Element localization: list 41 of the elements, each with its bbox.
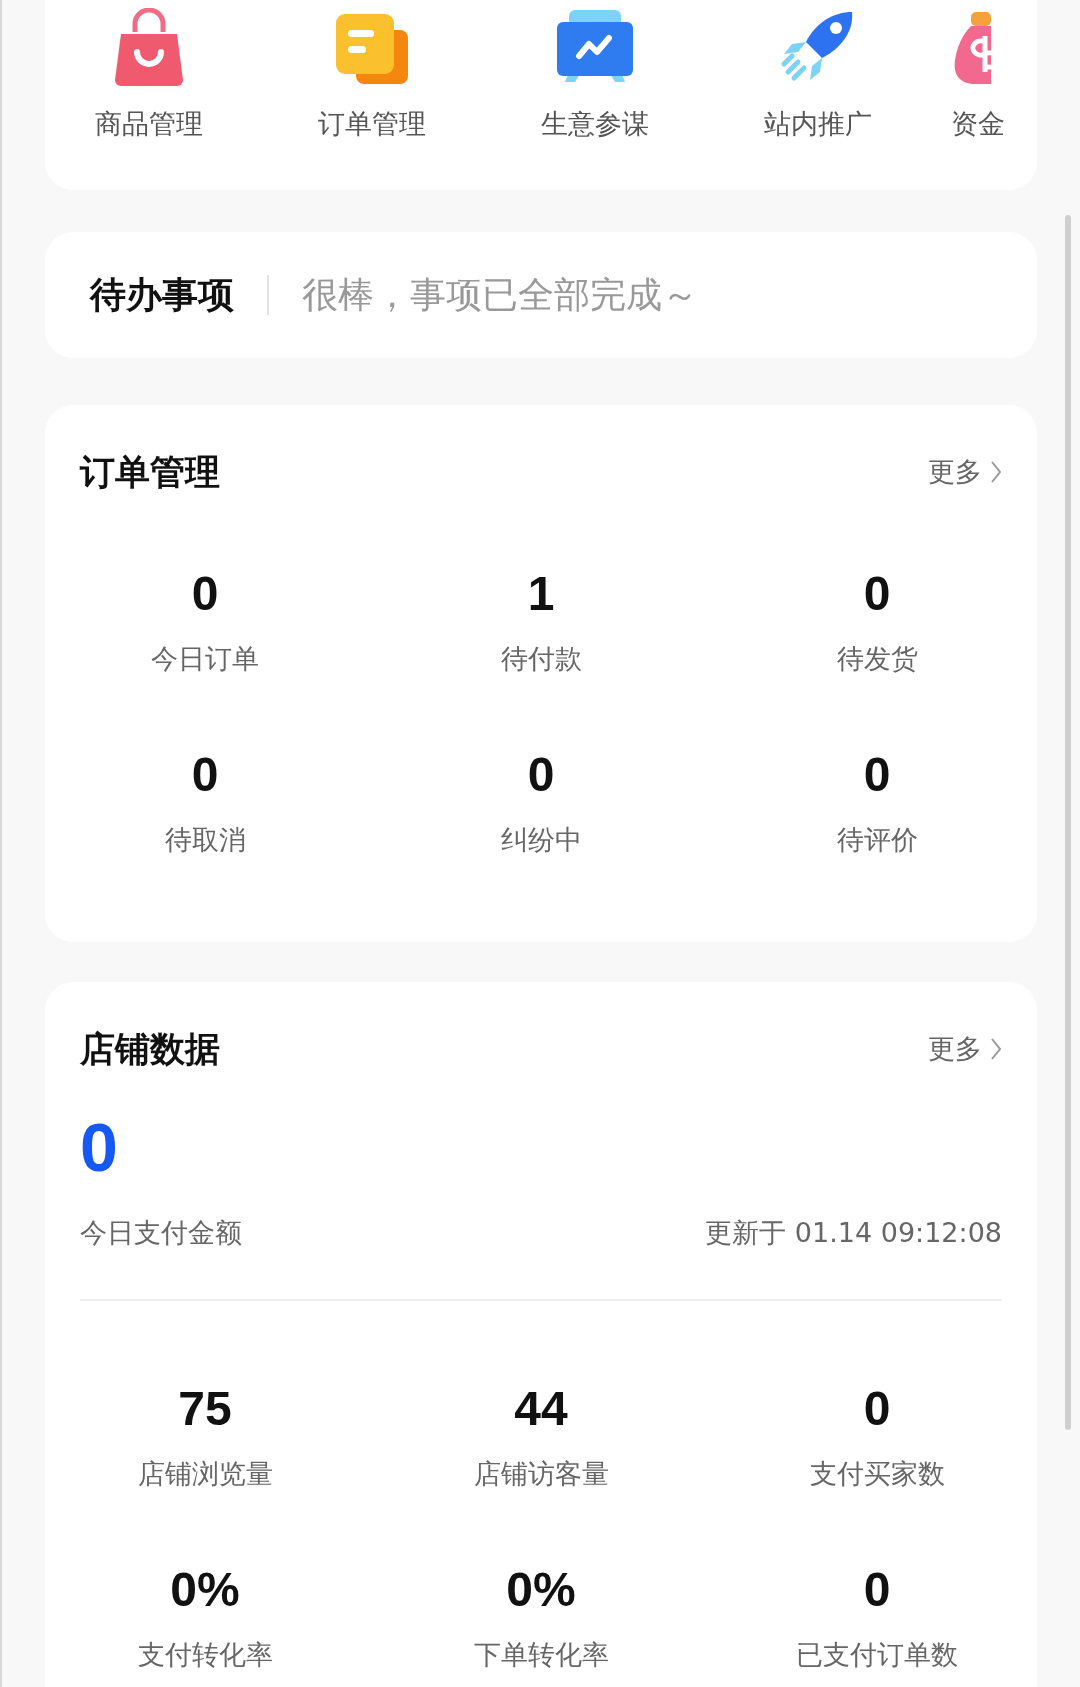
stat-value: 1 [527,566,555,622]
update-time: 更新于 01.14 09:12:08 [705,1216,1002,1250]
card-title: 订单管理 [80,452,220,492]
stat-value: 0 [191,747,219,803]
shortcut-item[interactable]: 商品管理 [45,0,260,145]
stat-label[interactable]: 待发货 [836,639,918,679]
stat-value: 0 [863,1562,891,1618]
stat-label[interactable]: 店铺访客量 [473,1454,609,1494]
stat-label[interactable]: 已支付订单数 [796,1635,958,1675]
chevron-right-icon [990,1037,1002,1061]
stat-value: 44 [514,1381,568,1437]
todo-message: 很棒，事项已全部完成～ [302,272,698,317]
stat-value: 0% [506,1562,576,1618]
stat-label[interactable]: 下单转化率 [473,1635,609,1675]
stat-label[interactable]: 支付买家数 [809,1454,945,1494]
stat-label[interactable]: 待付款 [500,639,582,679]
stat-label[interactable]: 待取消 [164,820,246,860]
todo-title: 待办事项 [90,272,234,317]
more-link[interactable]: 更多 [928,452,1002,492]
stat-value: 0 [863,747,891,803]
stat-value: 0% [170,1562,240,1618]
stat-label[interactable]: 待评价 [836,820,918,860]
stat-label[interactable]: 店铺浏览量 [137,1454,273,1494]
shortcut-item[interactable]: 资金 [929,0,1009,145]
shortcut-item[interactable]: 订单管理 [260,0,483,145]
stat-value: 0 [863,566,891,622]
shortcut-item[interactable]: 生意参谋 [483,0,706,145]
stat-value: 0 [527,747,555,803]
shortcut-item[interactable]: 站内推广 [706,0,929,145]
payment-amount: 0 [80,1108,119,1187]
more-link[interactable]: 更多 [928,1029,1002,1069]
amount-label: 今日支付金额 [80,1216,242,1250]
stat-label[interactable]: 今日订单 [151,639,259,679]
stat-value: 0 [191,566,219,622]
scrollbar[interactable] [1065,215,1071,1430]
card-title: 店铺数据 [80,1029,220,1069]
stat-label[interactable]: 支付转化率 [137,1635,273,1675]
chevron-right-icon [990,460,1002,484]
stat-value: 0 [863,1381,891,1437]
stat-value: 75 [178,1381,232,1437]
stat-label[interactable]: 纠纷中 [500,820,582,860]
